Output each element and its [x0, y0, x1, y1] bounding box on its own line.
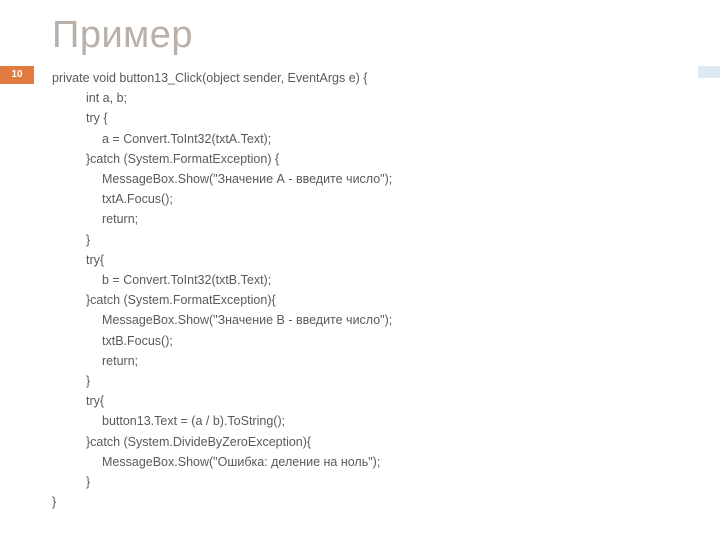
code-text: return;: [52, 209, 138, 229]
code-text: button13.Text = (a / b).ToString();: [52, 411, 285, 431]
code-line: int a, b;: [52, 88, 392, 108]
code-text: try{: [52, 250, 104, 270]
code-block: private void button13_Click(object sende…: [52, 68, 392, 512]
code-line: MessageBox.Show("Значение B - введите чи…: [52, 310, 392, 330]
code-text: int a, b;: [52, 88, 127, 108]
code-line: }: [52, 492, 392, 512]
code-text: }: [52, 230, 90, 250]
code-text: return;: [52, 351, 138, 371]
code-text: }: [52, 472, 90, 492]
code-line: }catch (System.FormatException){: [52, 290, 392, 310]
code-text: MessageBox.Show("Значение B - введите чи…: [52, 310, 392, 330]
code-line: b = Convert.ToInt32(txtB.Text);: [52, 270, 392, 290]
code-line: }: [52, 230, 392, 250]
code-line: try {: [52, 108, 392, 128]
code-text: txtA.Focus();: [52, 189, 173, 209]
code-text: a = Convert.ToInt32(txtA.Text);: [52, 129, 271, 149]
code-text: }catch (System.DivideByZeroException){: [52, 432, 311, 452]
code-line: }: [52, 371, 392, 391]
code-line: MessageBox.Show("Значение А - введите чи…: [52, 169, 392, 189]
code-line: return;: [52, 209, 392, 229]
code-text: try{: [52, 391, 104, 411]
code-text: private void button13_Click(object sende…: [52, 71, 367, 85]
slide: Пример 10 private void button13_Click(ob…: [0, 0, 720, 540]
code-text: b = Convert.ToInt32(txtB.Text);: [52, 270, 271, 290]
slide-title: Пример: [52, 14, 193, 57]
code-line: MessageBox.Show("Ошибка: деление на ноль…: [52, 452, 392, 472]
page-number-badge: 10: [0, 66, 34, 84]
code-line: txtB.Focus();: [52, 331, 392, 351]
code-line: a = Convert.ToInt32(txtA.Text);: [52, 129, 392, 149]
code-line: try{: [52, 250, 392, 270]
code-line: }catch (System.FormatException) {: [52, 149, 392, 169]
code-text: try {: [52, 108, 108, 128]
code-text: }: [52, 495, 56, 509]
code-text: MessageBox.Show("Значение А - введите чи…: [52, 169, 392, 189]
code-text: }catch (System.FormatException){: [52, 290, 276, 310]
code-line: txtA.Focus();: [52, 189, 392, 209]
code-line: button13.Text = (a / b).ToString();: [52, 411, 392, 431]
code-text: MessageBox.Show("Ошибка: деление на ноль…: [52, 452, 380, 472]
code-line: try{: [52, 391, 392, 411]
side-decoration: [698, 66, 720, 78]
code-text: }: [52, 371, 90, 391]
code-line: }: [52, 472, 392, 492]
code-text: }catch (System.FormatException) {: [52, 149, 279, 169]
code-text: txtB.Focus();: [52, 331, 173, 351]
code-line: private void button13_Click(object sende…: [52, 68, 392, 88]
code-line: return;: [52, 351, 392, 371]
code-line: }catch (System.DivideByZeroException){: [52, 432, 392, 452]
